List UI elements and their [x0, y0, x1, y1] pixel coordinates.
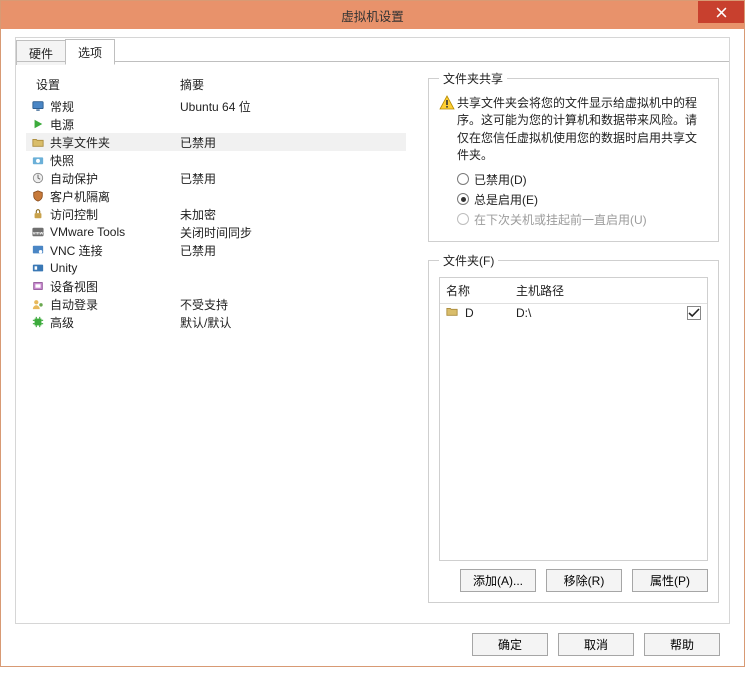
header-summary: 摘要	[180, 76, 402, 93]
settings-list[interactable]: 常规 Ubuntu 64 位 电源 共享文件夹 已禁用 快照 自动保护 已禁用 …	[26, 97, 406, 613]
device-icon	[30, 278, 46, 294]
folders-list[interactable]: 名称 主机路径 D D:\	[439, 277, 708, 561]
settings-item-7[interactable]: vmw VMware Tools 关闭时间同步	[26, 223, 406, 241]
user-icon	[30, 296, 46, 312]
folder-icon	[30, 134, 46, 150]
radio-disabled[interactable]: 已禁用(D)	[457, 171, 708, 188]
item-name: 设备视图	[50, 278, 180, 295]
item-summary: Ubuntu 64 位	[180, 98, 402, 115]
lock-icon	[30, 206, 46, 222]
folder-properties-button[interactable]: 属性(P)	[632, 569, 708, 592]
radio-disabled-label: 已禁用(D)	[474, 171, 527, 188]
unity-icon	[30, 260, 46, 276]
settings-item-12[interactable]: 高级 默认/默认	[26, 313, 406, 331]
folder-name: D	[465, 306, 516, 320]
item-name: 常规	[50, 98, 180, 115]
warning-icon	[439, 95, 457, 165]
titlebar[interactable]: 虚拟机设置	[1, 1, 744, 29]
settings-item-5[interactable]: 客户机隔离	[26, 187, 406, 205]
item-name: VNC 连接	[50, 242, 180, 259]
window-title: 虚拟机设置	[341, 6, 404, 25]
header-setting: 设置	[30, 76, 180, 93]
item-summary: 未加密	[180, 206, 402, 223]
ok-button[interactable]: 确定	[472, 633, 548, 656]
tabstrip: 硬件选项	[16, 38, 729, 62]
folders-list-header: 名称 主机路径	[440, 278, 707, 304]
item-name: 电源	[50, 116, 180, 133]
settings-item-4[interactable]: 自动保护 已禁用	[26, 169, 406, 187]
folders-group: 文件夹(F) 名称 主机路径 D D:\ 添加(A)... 移除(R)	[428, 252, 719, 603]
settings-list-panel: 设置 摘要 常规 Ubuntu 64 位 电源 共享文件夹 已禁用 快照 自动保…	[26, 70, 406, 613]
settings-item-8[interactable]: VNC 连接 已禁用	[26, 241, 406, 259]
folder-sharing-group: 文件夹共享 共享文件夹会将您的文件显示给虚拟机中的程序。这可能为您的计算机和数据…	[428, 70, 719, 242]
clock-icon	[30, 170, 46, 186]
settings-window: 虚拟机设置 硬件选项 设置 摘要 常规 Ubuntu 64 位 电源 共享文件夹…	[0, 0, 745, 667]
close-button[interactable]	[698, 1, 744, 23]
folders-legend: 文件夹(F)	[439, 252, 498, 269]
settings-item-11[interactable]: 自动登录 不受支持	[26, 295, 406, 313]
settings-item-1[interactable]: 电源	[26, 115, 406, 133]
item-name: 自动保护	[50, 170, 180, 187]
folder-sharing-legend: 文件夹共享	[439, 70, 507, 87]
chip-icon	[30, 314, 46, 330]
content-panel: 硬件选项 设置 摘要 常规 Ubuntu 64 位 电源 共享文件夹 已禁用 快…	[15, 37, 730, 624]
settings-item-10[interactable]: 设备视图	[26, 277, 406, 295]
detail-panel: 文件夹共享 共享文件夹会将您的文件显示给虚拟机中的程序。这可能为您的计算机和数据…	[406, 70, 719, 613]
tab-options[interactable]: 选项	[65, 39, 115, 65]
settings-item-6[interactable]: 访问控制 未加密	[26, 205, 406, 223]
item-summary: 已禁用	[180, 242, 402, 259]
item-summary: 关闭时间同步	[180, 224, 402, 241]
col-host-path: 主机路径	[516, 282, 683, 299]
shield-icon	[30, 188, 46, 204]
warning-text: 共享文件夹会将您的文件显示给虚拟机中的程序。这可能为您的计算机和数据带来风险。请…	[457, 95, 708, 165]
item-summary: 已禁用	[180, 134, 402, 151]
item-name: 访问控制	[50, 206, 180, 223]
settings-item-3[interactable]: 快照	[26, 151, 406, 169]
item-summary: 不受支持	[180, 296, 402, 313]
item-name: 快照	[50, 152, 180, 169]
dialog-footer: 确定 取消 帮助	[472, 633, 720, 656]
monitor-icon	[30, 98, 46, 114]
item-summary: 已禁用	[180, 170, 402, 187]
folder-path: D:\	[516, 306, 687, 320]
settings-item-0[interactable]: 常规 Ubuntu 64 位	[26, 97, 406, 115]
radio-icon	[457, 213, 469, 225]
remove-folder-button[interactable]: 移除(R)	[546, 569, 622, 592]
item-name: 高级	[50, 314, 180, 331]
vnc-icon	[30, 242, 46, 258]
radio-icon	[457, 193, 469, 205]
settings-list-header: 设置 摘要	[26, 70, 406, 97]
add-folder-button[interactable]: 添加(A)...	[460, 569, 536, 592]
item-name: 共享文件夹	[50, 134, 180, 151]
radio-until-shutdown: 在下次关机或挂起前一直启用(U)	[457, 211, 708, 228]
radio-always-enabled[interactable]: 总是启用(E)	[457, 191, 708, 208]
help-button[interactable]: 帮助	[644, 633, 720, 656]
item-name: 自动登录	[50, 296, 180, 313]
item-name: 客户机隔离	[50, 188, 180, 205]
radio-always-label: 总是启用(E)	[474, 191, 538, 208]
item-summary: 默认/默认	[180, 314, 402, 331]
item-name: Unity	[50, 261, 180, 275]
item-name: VMware Tools	[50, 225, 180, 239]
folder-icon	[446, 305, 462, 321]
radio-icon	[457, 173, 469, 185]
folder-enabled-checkbox[interactable]	[687, 306, 701, 320]
settings-item-9[interactable]: Unity	[26, 259, 406, 277]
play-icon	[30, 116, 46, 132]
vmw-icon: vmw	[30, 224, 46, 240]
camera-icon	[30, 152, 46, 168]
col-name: 名称	[446, 282, 516, 299]
svg-text:vmw: vmw	[33, 231, 44, 236]
folder-row-0[interactable]: D D:\	[440, 304, 707, 322]
radio-until-label: 在下次关机或挂起前一直启用(U)	[474, 211, 647, 228]
settings-item-2[interactable]: 共享文件夹 已禁用	[26, 133, 406, 151]
cancel-button[interactable]: 取消	[558, 633, 634, 656]
close-icon	[716, 7, 727, 18]
